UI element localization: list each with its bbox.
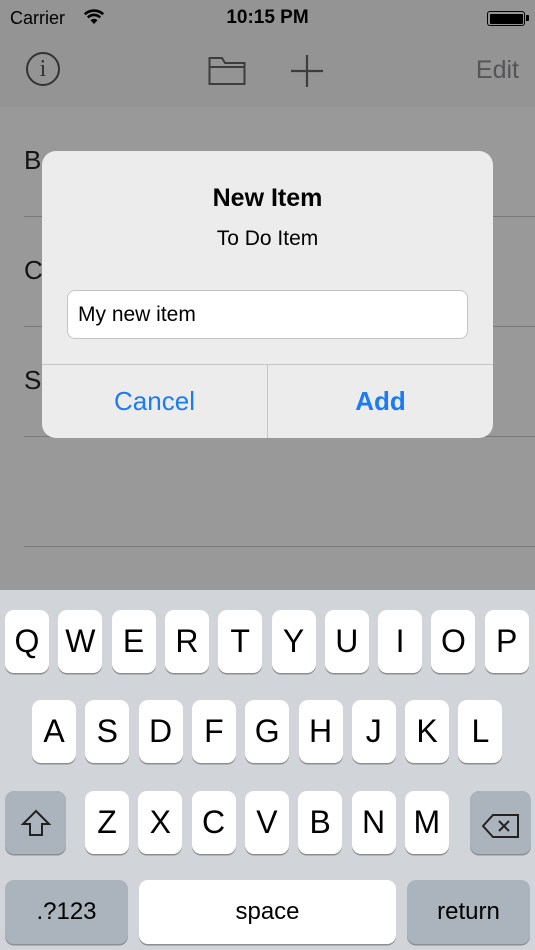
key-o[interactable]: O bbox=[431, 610, 476, 673]
shift-key[interactable] bbox=[5, 791, 66, 854]
cancel-button[interactable]: Cancel bbox=[42, 365, 267, 438]
new-item-alert: New Item To Do Item Cancel Add bbox=[42, 151, 493, 438]
key-m[interactable]: M bbox=[404, 791, 449, 854]
key-b[interactable]: B bbox=[298, 791, 343, 854]
key-x[interactable]: X bbox=[138, 791, 183, 854]
key-s[interactable]: S bbox=[85, 700, 130, 763]
item-name-input[interactable] bbox=[67, 290, 468, 339]
key-r[interactable]: R bbox=[164, 610, 209, 673]
key-p[interactable]: P bbox=[484, 610, 529, 673]
key-t[interactable]: T bbox=[218, 610, 263, 673]
shift-icon bbox=[5, 791, 66, 846]
key-y[interactable]: Y bbox=[271, 610, 316, 673]
key-n[interactable]: N bbox=[351, 791, 396, 854]
key-h[interactable]: H bbox=[298, 700, 343, 763]
key-d[interactable]: D bbox=[138, 700, 183, 763]
add-button[interactable]: Add bbox=[268, 365, 493, 438]
keyboard: QWERTYUIOP ASDFGHJKL ZXCVBNM .?123 space… bbox=[0, 590, 535, 950]
key-z[interactable]: Z bbox=[85, 791, 129, 854]
key-l[interactable]: L bbox=[458, 700, 503, 763]
key-j[interactable]: J bbox=[351, 700, 396, 763]
key-q[interactable]: Q bbox=[5, 610, 49, 673]
key-a[interactable]: A bbox=[32, 700, 76, 763]
key-k[interactable]: K bbox=[405, 700, 450, 763]
return-key[interactable]: return bbox=[407, 880, 530, 944]
alert-title: New Item bbox=[212, 184, 323, 212]
numbers-key[interactable]: .?123 bbox=[5, 880, 128, 944]
key-w[interactable]: W bbox=[58, 610, 103, 673]
space-key[interactable]: space bbox=[139, 880, 396, 944]
backspace-icon bbox=[470, 791, 531, 847]
key-f[interactable]: F bbox=[191, 700, 236, 763]
key-c[interactable]: C bbox=[191, 791, 236, 854]
key-g[interactable]: G bbox=[245, 700, 290, 763]
key-e[interactable]: E bbox=[111, 610, 156, 673]
key-u[interactable]: U bbox=[324, 610, 369, 673]
alert-message: To Do Item bbox=[216, 227, 319, 250]
key-i[interactable]: I bbox=[378, 610, 423, 673]
key-v[interactable]: V bbox=[244, 791, 289, 854]
delete-key[interactable] bbox=[470, 791, 531, 854]
